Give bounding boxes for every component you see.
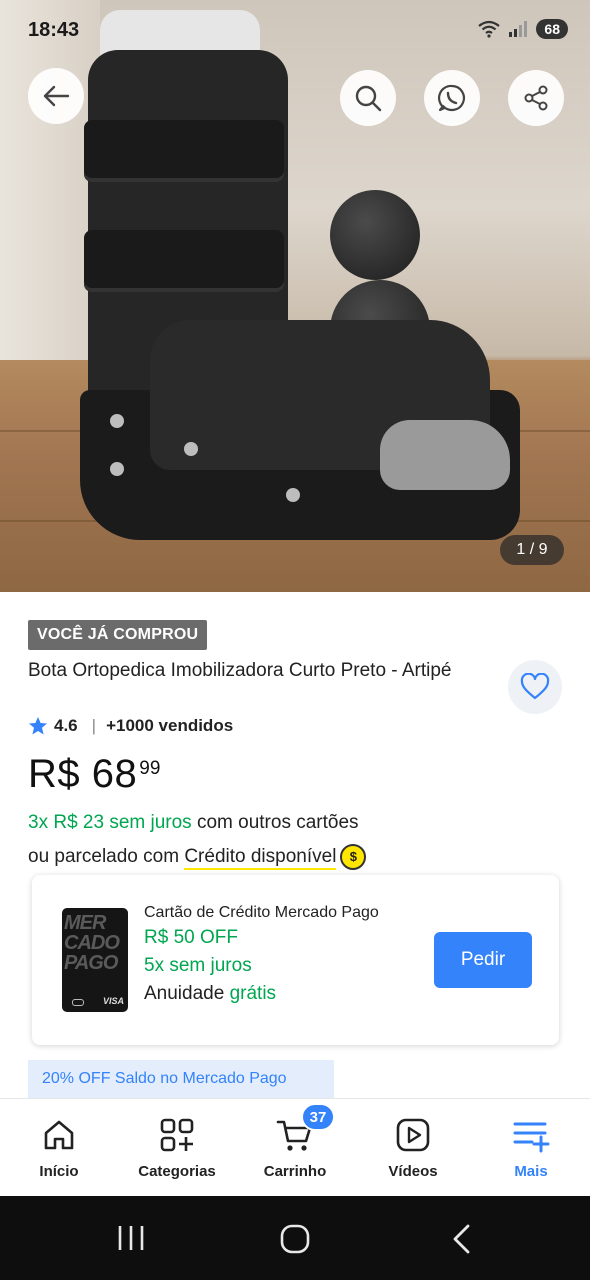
cart-count-badge: 37 <box>301 1103 335 1131</box>
categories-icon <box>160 1118 194 1152</box>
visa-logo: VISA <box>102 996 124 1006</box>
share-icon <box>524 85 548 111</box>
rating-separator: | <box>91 716 97 735</box>
installments-green: 3x R$ 23 sem juros <box>28 812 192 833</box>
card-offer-text: Cartão de Crédito Mercado Pago R$ 50 OFF… <box>144 902 379 1008</box>
arrow-left-icon <box>43 85 70 107</box>
rating-score: 4.6 <box>54 716 78 735</box>
rating-row[interactable]: 4.6 | +1000 vendidos <box>28 716 233 736</box>
dumbbell-shape <box>330 190 420 280</box>
price-cents: 99 <box>139 758 161 779</box>
menu-plus-icon-wrap <box>511 1115 551 1155</box>
promo-label[interactable]: 20% OFF Saldo no Mercado Pago <box>28 1060 334 1098</box>
back-button[interactable] <box>28 68 84 124</box>
system-navigation-bar <box>0 1196 590 1280</box>
signal-icon <box>509 21 528 37</box>
cart-icon-wrap: 37 <box>275 1103 335 1155</box>
rivet <box>184 442 198 456</box>
credit-available-link[interactable]: Crédito disponível <box>184 846 337 870</box>
video-icon-wrap <box>393 1115 433 1155</box>
menu-plus-icon <box>513 1122 550 1153</box>
credit-card-offer[interactable]: MER CADO PAGO VISA Cartão de Crédito Mer… <box>32 875 559 1045</box>
rivet <box>110 462 124 476</box>
credit-prefix: ou parcelado com <box>28 846 185 867</box>
video-icon <box>396 1118 430 1152</box>
price-main: R$ 68 <box>28 752 138 796</box>
nav-home-label: Início <box>39 1163 79 1180</box>
home-icon-wrap <box>39 1115 79 1155</box>
boot-strap <box>84 120 284 182</box>
credit-line: ou parcelado com Crédito disponível $ <box>28 840 367 874</box>
categories-icon-wrap <box>157 1115 197 1155</box>
annuity-prefix: Anuidade <box>144 983 230 1004</box>
favorite-button[interactable] <box>508 660 562 714</box>
heart-icon <box>520 673 550 700</box>
wifi-icon <box>478 20 501 38</box>
boot-strap <box>84 230 284 292</box>
card-offer-title: Cartão de Crédito Mercado Pago <box>144 904 379 921</box>
installments-info: 3x R$ 23 sem juros com outros cartões ou… <box>28 806 367 874</box>
card-offer-annuity: Anuidade grátis <box>144 980 379 1008</box>
nav-categories-label: Categorias <box>138 1163 216 1180</box>
whatsapp-icon <box>437 84 466 112</box>
image-counter: 1 / 9 <box>500 535 564 565</box>
home-circle-icon[interactable] <box>280 1224 310 1254</box>
star-icon <box>29 717 47 735</box>
sold-count: +1000 vendidos <box>106 716 234 735</box>
coin-icon: $ <box>340 843 367 870</box>
installments-line: 3x R$ 23 sem juros com outros cartões <box>28 806 366 840</box>
bottom-navigation: Início Categorias 37 Carrinho Vídeos Mai… <box>0 1098 590 1196</box>
nav-more[interactable]: Mais <box>472 1099 590 1197</box>
search-button[interactable] <box>340 70 396 126</box>
home-icon <box>44 1120 74 1150</box>
price: R$ 68 99 <box>28 752 160 797</box>
product-title: Bota Ortopedica Imobilizadora Curto Pret… <box>28 660 452 681</box>
card-offer-installments: 5x sem juros <box>144 955 252 976</box>
nav-home[interactable]: Início <box>0 1099 118 1197</box>
back-chevron-icon[interactable] <box>450 1224 472 1254</box>
installments-rest: com outros cartões <box>191 812 359 833</box>
rivet <box>110 414 124 428</box>
nav-cart[interactable]: 37 Carrinho <box>236 1099 354 1197</box>
nav-videos[interactable]: Vídeos <box>354 1099 472 1197</box>
rivet <box>286 488 300 502</box>
search-icon <box>355 85 382 112</box>
nav-categories[interactable]: Categorias <box>118 1099 236 1197</box>
request-card-button[interactable]: Pedir <box>434 932 532 988</box>
nav-videos-label: Vídeos <box>388 1163 438 1180</box>
toes-shape <box>380 420 510 490</box>
status-time: 18:43 <box>28 19 80 41</box>
product-image[interactable] <box>0 0 590 592</box>
nav-cart-label: Carrinho <box>263 1163 327 1180</box>
whatsapp-share-button[interactable] <box>424 70 480 126</box>
card-logo-icon <box>72 999 84 1006</box>
annuity-free: grátis <box>229 983 277 1004</box>
status-icons: 68 <box>478 19 568 39</box>
share-button[interactable] <box>508 70 564 126</box>
card-text-line: PAGO <box>64 952 118 974</box>
battery-indicator: 68 <box>536 19 568 39</box>
nav-more-label: Mais <box>514 1163 548 1180</box>
mercado-pago-card-image: MER CADO PAGO VISA <box>62 908 128 1012</box>
recent-apps-icon[interactable] <box>116 1224 146 1252</box>
card-offer-discount: R$ 50 OFF <box>144 927 238 948</box>
purchased-badge: VOCÊ JÁ COMPROU <box>28 620 208 650</box>
status-bar: 18:43 68 <box>0 0 590 62</box>
